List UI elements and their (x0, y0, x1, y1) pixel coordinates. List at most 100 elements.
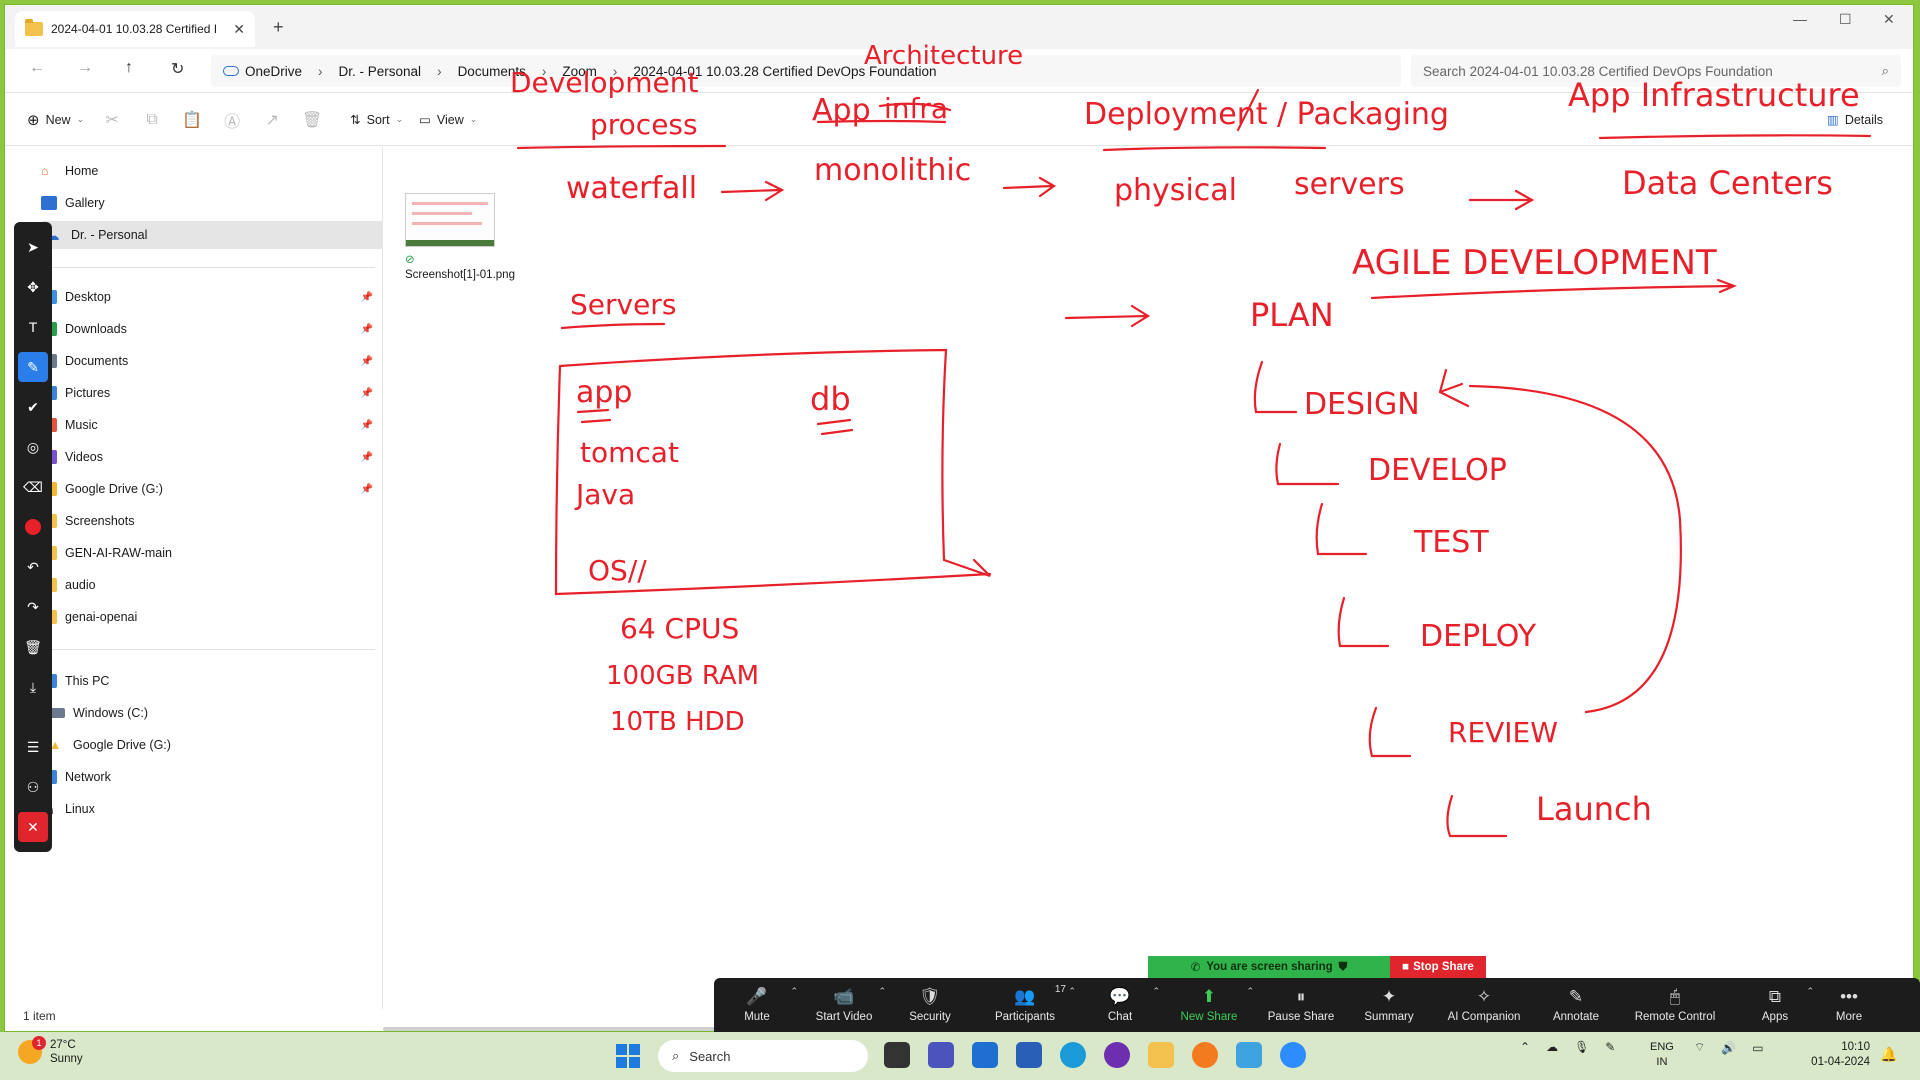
up-icon[interactable]: ↑ (125, 59, 133, 77)
search-input[interactable]: Search 2024-04-01 10.03.28 Certified Dev… (1423, 64, 1881, 79)
close-annotation-icon[interactable]: ✕ (18, 812, 48, 842)
undo-icon[interactable]: ↶ (18, 552, 48, 582)
breadcrumb[interactable]: OneDrive › Dr. - Personal › Documents › … (211, 55, 1401, 87)
nav-item-documents[interactable]: Documents 📌 (41, 347, 381, 375)
maximize-button[interactable]: ☐ (1839, 11, 1852, 28)
spotlight-icon[interactable]: ◎ (18, 432, 48, 462)
move-icon[interactable]: ✥ (18, 272, 48, 302)
nav-google-drive[interactable]: ▲ Google Drive (G:) (49, 731, 389, 759)
pen-tray-icon[interactable]: ✎ (1605, 1040, 1615, 1054)
annotate-button[interactable]: ✎ Annotate (1536, 978, 1616, 1032)
pin-icon[interactable]: 📌 (361, 356, 373, 367)
nav-personal[interactable]: ☁ Dr. - Personal (43, 221, 383, 249)
search-box[interactable]: Search 2024-04-01 10.03.28 Certified Dev… (1411, 55, 1901, 87)
nav-item-music[interactable]: Music 📌 (41, 411, 381, 439)
rename-icon[interactable]: Ⓐ (220, 108, 244, 132)
mute-button[interactable]: 🎤 Mute ⌃ (714, 978, 800, 1032)
notifications-icon[interactable]: 🔔 (1880, 1046, 1897, 1063)
pin-icon[interactable]: 📌 (361, 452, 373, 463)
nav-network[interactable]: Network (41, 763, 381, 791)
stop-share-button[interactable]: ■ Stop Share (1390, 956, 1486, 978)
snipping-icon[interactable] (1236, 1042, 1262, 1068)
summary-button[interactable]: ✦ Summary (1346, 978, 1432, 1032)
new-button[interactable]: ⊕ New ⌄ (27, 111, 84, 129)
nav-this-pc[interactable]: This PC (41, 667, 381, 695)
tab-current[interactable]: 2024-04-01 10.03.28 Certified I ✕ (15, 11, 255, 47)
onedrive-tray-icon[interactable]: ☁ (1546, 1040, 1558, 1054)
pin-icon[interactable]: 📌 (361, 420, 373, 431)
chevron-up-icon[interactable]: ⌃ (790, 986, 798, 997)
nav-item-desktop[interactable]: Desktop 📌 (41, 283, 381, 311)
nav-item-gen-ai-raw-main[interactable]: GEN-AI-RAW-main (41, 539, 381, 567)
crumb-documents[interactable]: Documents (450, 64, 534, 79)
crumb-folder[interactable]: 2024-04-01 10.03.28 Certified DevOps Fou… (625, 64, 944, 79)
remote-control-button[interactable]: 🖱 Remote Control (1616, 978, 1734, 1032)
share-icon[interactable]: ↗ (260, 110, 284, 130)
pin-icon[interactable]: 📌 (361, 388, 373, 399)
weather-widget[interactable]: 1 27°C Sunny (18, 1036, 83, 1066)
file-thumbnail[interactable] (405, 193, 495, 247)
chat-button[interactable]: 💬 Chat ⌃ (1078, 978, 1162, 1032)
nav-item-audio[interactable]: audio (41, 571, 381, 599)
start-button[interactable] (616, 1044, 640, 1068)
view-button[interactable]: ▭ View ⌄ (419, 112, 477, 128)
task-view-icon[interactable] (884, 1042, 910, 1068)
pin-icon[interactable]: 📌 (361, 484, 373, 495)
security-button[interactable]: 🛡 Security (888, 978, 972, 1032)
file-explorer-icon[interactable] (1148, 1042, 1174, 1068)
file-name[interactable]: ⊘ Screenshot[1]-01.png (405, 253, 515, 283)
zoom-app-icon[interactable] (1280, 1042, 1306, 1068)
paste-icon[interactable]: 📋 (180, 110, 204, 130)
apps-button[interactable]: ⧉ Apps ⌃ (1734, 978, 1816, 1032)
nav-item-genai-openai[interactable]: genai-openai (41, 603, 381, 631)
edge-icon[interactable] (1060, 1042, 1086, 1068)
chevron-up-icon[interactable]: ⌃ (1806, 986, 1814, 997)
clock[interactable]: 10:10 01-04-2024 (1806, 1040, 1870, 1070)
store-icon[interactable] (1016, 1042, 1042, 1068)
nav-gallery[interactable]: Gallery (41, 189, 381, 217)
participants-icon[interactable]: ⚇ (18, 772, 48, 802)
teams-icon[interactable] (928, 1042, 954, 1068)
stamp-check-icon[interactable]: ✔ (18, 392, 48, 422)
forward-icon[interactable]: → (77, 59, 93, 77)
nav-item-videos[interactable]: Videos 📌 (41, 443, 381, 471)
nav-item-downloads[interactable]: Downloads 📌 (41, 315, 381, 343)
mail-icon[interactable] (972, 1042, 998, 1068)
tab-close-icon[interactable]: ✕ (233, 21, 245, 38)
chevron-up-icon[interactable]: ⌃ (1152, 986, 1160, 997)
chevron-up-icon[interactable]: ⌃ (1068, 986, 1076, 997)
ai-companion-button[interactable]: ✧ AI Companion (1432, 978, 1536, 1032)
new-tab-button[interactable]: + (273, 17, 284, 38)
copy-icon[interactable]: ⧉ (140, 111, 164, 129)
select-icon[interactable]: ➤ (18, 232, 48, 262)
more-button[interactable]: ••• More (1816, 978, 1882, 1032)
eraser-icon[interactable]: ⌫ (18, 472, 48, 502)
pen-icon[interactable]: ✎ (18, 352, 48, 382)
language-indicator[interactable]: ENG IN (1650, 1040, 1674, 1070)
close-button[interactable]: ✕ (1883, 11, 1895, 28)
copilot-icon[interactable] (1104, 1042, 1130, 1068)
crumb-onedrive[interactable]: OneDrive (245, 64, 310, 79)
clear-icon[interactable]: 🗑 (18, 632, 48, 662)
nav-windows-c[interactable]: Windows (C:) (49, 699, 389, 727)
text-icon[interactable]: T (18, 312, 48, 342)
nav-item-google-drive-g-[interactable]: Google Drive (G:) 📌 (41, 475, 381, 503)
chevron-up-icon[interactable]: ⌃ (1246, 986, 1254, 997)
details-button[interactable]: ▥ Details (1827, 112, 1883, 128)
chevron-up-icon[interactable]: ⌃ (878, 986, 886, 997)
nav-linux[interactable]: 🐧 Linux (41, 795, 381, 823)
nav-home[interactable]: ⌂ Home (41, 157, 381, 185)
redo-icon[interactable]: ↷ (18, 592, 48, 622)
firefox-icon[interactable] (1192, 1042, 1218, 1068)
refresh-icon[interactable]: ↻ (171, 59, 184, 79)
pin-icon[interactable]: 📌 (361, 324, 373, 335)
chevron-up-icon[interactable]: ⌃ (1520, 1040, 1530, 1054)
sort-button[interactable]: ⇅ Sort ⌄ (350, 112, 403, 128)
cut-icon[interactable]: ✂ (100, 110, 124, 130)
nav-item-screenshots[interactable]: Screenshots (41, 507, 381, 535)
minimize-button[interactable]: — (1793, 11, 1807, 27)
microphone-icon[interactable]: 🎙 (1574, 1040, 1589, 1054)
menu-icon[interactable]: ☰ (18, 732, 48, 762)
back-icon[interactable]: ← (29, 59, 45, 77)
start-video-button[interactable]: 📹 Start Video ⌃ (800, 978, 888, 1032)
